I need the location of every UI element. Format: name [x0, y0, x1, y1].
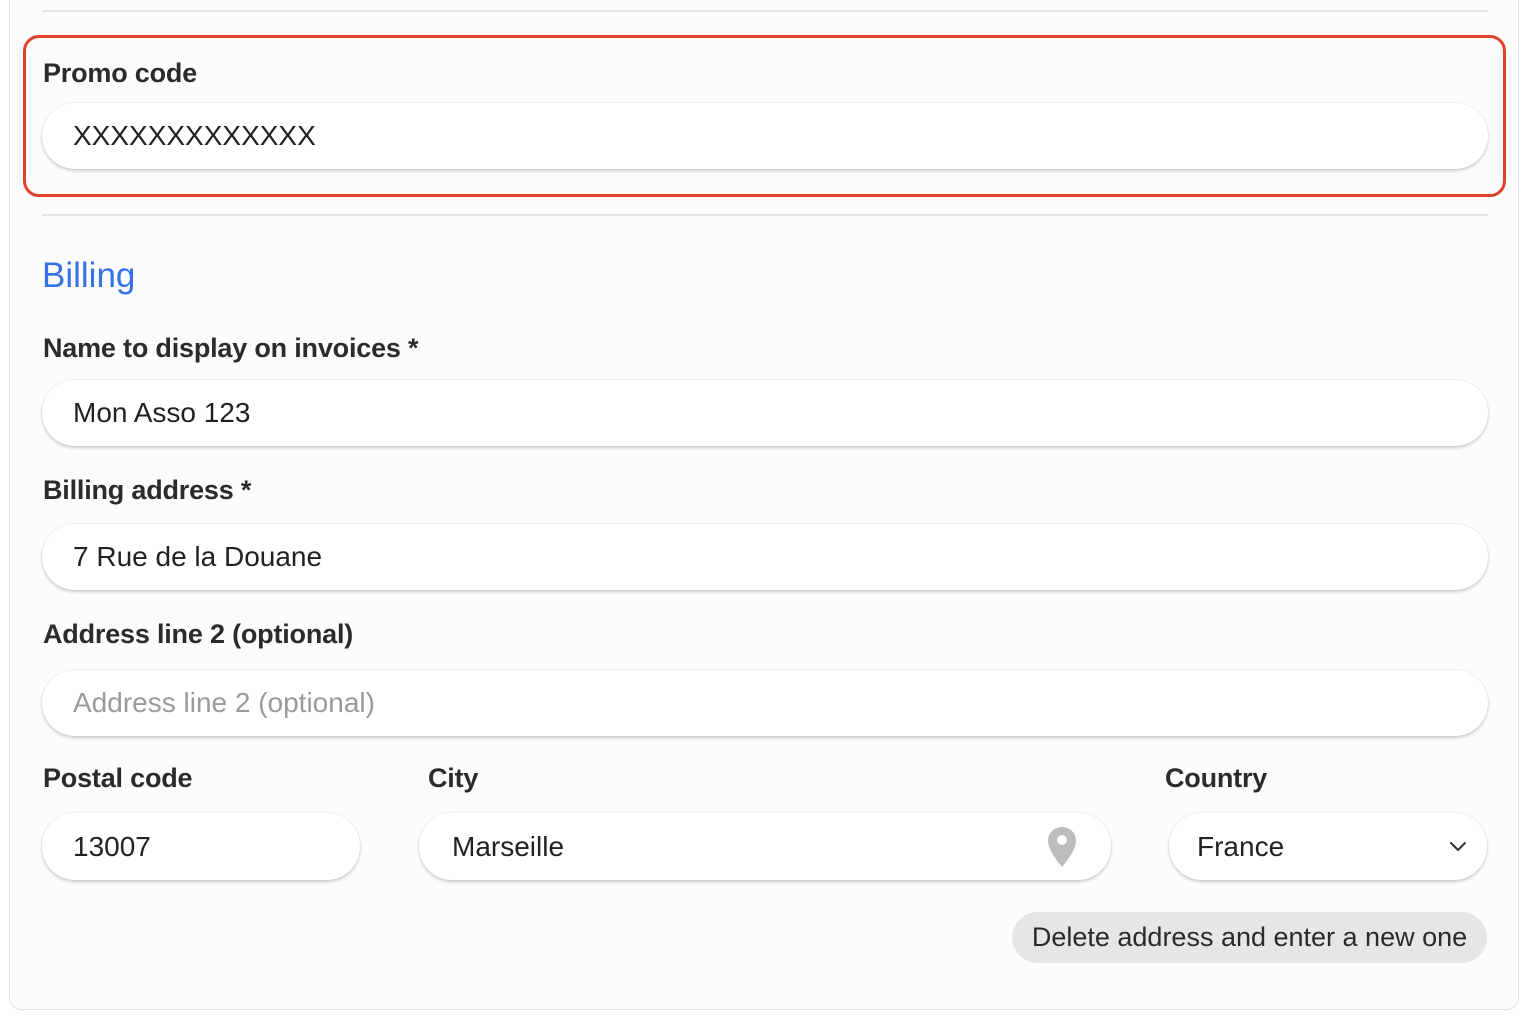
billing-address-input[interactable]: 7 Rue de la Douane	[42, 524, 1488, 590]
chevron-down-icon	[1450, 842, 1466, 851]
city-value: Marseille	[452, 830, 565, 862]
billing-form-page: Promo code XXXXXXXXXXXXX Billing Name to…	[0, 0, 1536, 1024]
section-divider	[42, 214, 1488, 216]
country-label: Country	[1165, 763, 1268, 793]
postal-code-label: Postal code	[43, 763, 193, 793]
country-value: France	[1197, 830, 1285, 862]
top-divider	[42, 10, 1488, 12]
address-line2-placeholder: Address line 2 (optional)	[73, 687, 375, 718]
billing-address-value: 7 Rue de la Douane	[73, 541, 323, 572]
promo-code-input[interactable]: XXXXXXXXXXXXX	[42, 103, 1488, 169]
city-label: City	[428, 763, 479, 793]
promo-code-value: XXXXXXXXXXXXX	[73, 120, 316, 151]
delete-address-button[interactable]: Delete address and enter a new one	[1012, 912, 1487, 963]
address-line2-input[interactable]: Address line 2 (optional)	[42, 670, 1488, 736]
invoice-name-input[interactable]: Mon Asso 123	[42, 380, 1488, 446]
invoice-name-value: Mon Asso 123	[73, 397, 251, 428]
country-select[interactable]: France	[1169, 813, 1487, 880]
billing-address-label: Billing address *	[43, 475, 252, 505]
promo-code-label: Promo code	[43, 58, 198, 88]
city-input[interactable]: Marseille	[419, 813, 1111, 880]
map-pin-icon	[1048, 827, 1076, 867]
postal-code-input[interactable]: 13007	[42, 813, 360, 880]
invoice-name-label: Name to display on invoices *	[43, 333, 419, 363]
billing-section-title: Billing	[42, 256, 136, 295]
postal-code-value: 13007	[73, 830, 151, 862]
address-line2-label: Address line 2 (optional)	[43, 619, 354, 649]
